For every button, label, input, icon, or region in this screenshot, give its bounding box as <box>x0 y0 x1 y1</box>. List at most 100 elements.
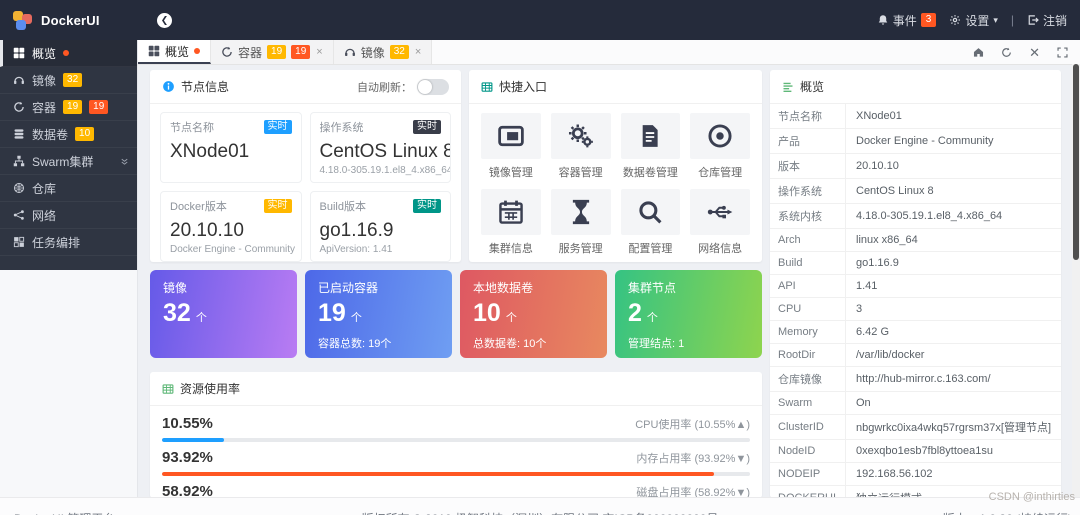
footer-version: 版本: v1.0.36 (持续运行) <box>943 510 1072 515</box>
overview-row-label: CPU <box>770 298 846 320</box>
overview-row-label: 节点名称 <box>770 104 846 128</box>
tab-bar: 概览 容器 19 19 × 镜像 32 × ✕ <box>138 40 1080 65</box>
resource-label: 磁盘占用率 (58.92%▼) <box>636 487 750 498</box>
auto-refresh-toggle[interactable] <box>417 78 449 95</box>
node-card-label: 操作系统 <box>319 122 364 134</box>
tab-镜像[interactable]: 镜像 32 × <box>333 40 433 64</box>
resource-row-header: 58.92% 磁盘占用率 (58.92%▼) <box>162 483 750 498</box>
globe-icon <box>13 182 25 194</box>
stat-card-unit: 个 <box>195 312 207 324</box>
sidebar-item-label: 容器 <box>32 100 57 115</box>
overview-table: 节点名称 XNode01 产品 Docker Engine - Community 版本… <box>770 104 1061 498</box>
sidebar-item-概览[interactable]: 概览 <box>0 40 137 67</box>
overview-row-label: ClusterID <box>770 415 846 439</box>
node-card-操作系统: 操作系统 实时 CentOS Linux 8 4.18.0-305.19.1.el8_… <box>309 112 451 183</box>
stat-card-unit: 个 <box>350 312 362 324</box>
right-column: 概览 节点名称 XNode01 产品 Docker Engine - Communit… <box>770 70 1061 498</box>
node-card-节点名称: 节点名称 实时 XNode01 <box>160 112 302 183</box>
grid-icon <box>148 45 160 57</box>
overview-row-操作系统: 操作系统 CentOS Linux 8 <box>770 179 1061 204</box>
vertical-scrollbar <box>1072 64 1080 498</box>
node-card-subvalue: ApiVersion: 1.41 <box>319 244 393 255</box>
overview-row-label: Memory <box>770 321 846 343</box>
overview-row-Build: Build go1.16.9 <box>770 252 1061 275</box>
quick-entry-数据卷管理[interactable]: 数据卷管理 <box>620 113 681 180</box>
chevron-down-icon <box>119 156 130 167</box>
quick-entry-服务管理[interactable]: 服务管理 <box>550 189 611 256</box>
stat-card-集群节点: 集群节点 2 个管理结点: 1 <box>615 270 762 358</box>
node-card-label: 节点名称 <box>170 122 214 134</box>
sidebar-collapse-button[interactable]: ❮ <box>157 12 172 28</box>
close-tab-icon[interactable]: ✕ <box>1029 46 1040 59</box>
node-info-panel: 节点信息 自动刷新： 节点名称 实时 XNode01 操作系统 实时 CentOS Lin… <box>150 70 461 262</box>
sidebar-item-数据卷[interactable]: 数据卷 10 <box>0 121 137 148</box>
overview-row-Swarm: Swarm On <box>770 392 1061 415</box>
realtime-badge: 实时 <box>413 199 441 213</box>
sidebar-item-label: 数据卷 <box>32 127 69 142</box>
sidebar-item-容器[interactable]: 容器 19 19 <box>0 94 137 121</box>
overview-row-系统内核: 系统内核 4.18.0-305.19.1.el8_4.x86_64 <box>770 204 1061 229</box>
resource-row: 58.92% 磁盘占用率 (58.92%▼) <box>162 476 750 498</box>
count-badge: 32 <box>63 73 83 87</box>
overview-row-CPU: CPU 3 <box>770 298 1061 321</box>
quick-entry-icon-box <box>620 189 681 235</box>
settings-menu-button[interactable]: 设置 ▾ <box>949 12 998 29</box>
resource-label: 内存占用率 (93.92%▼) <box>636 453 750 465</box>
resource-row-header: 10.55% CPU使用率 (10.55%▲) <box>162 415 750 432</box>
quick-entry-网络信息[interactable]: 网络信息 <box>690 189 750 256</box>
chevron-down-icon: ▾ <box>993 14 998 25</box>
node-info-title: 节点信息 <box>181 80 230 94</box>
quick-entry-仓库管理[interactable]: 仓库管理 <box>690 113 750 180</box>
tab-容器[interactable]: 容器 19 19 × <box>211 40 334 64</box>
overview-row-NODEIP: NODEIP 192.168.56.102 <box>770 463 1061 486</box>
stat-card-value: 2 <box>628 299 642 327</box>
overview-row-value: http://hub-mirror.c.163.com/ <box>856 373 991 385</box>
stat-card-title: 集群节点 <box>628 281 677 295</box>
overview-row-版本: 版本 20.10.10 <box>770 154 1061 179</box>
open-tabs: 概览 容器 19 19 × 镜像 32 × <box>138 40 433 64</box>
sidebar-item-label: 仓库 <box>32 181 57 196</box>
overview-title: 概览 <box>800 80 825 94</box>
header-divider: | <box>1010 13 1014 27</box>
csdn-watermark: CSDN @inthirties <box>988 491 1075 503</box>
sidebar-item-仓库[interactable]: 仓库 <box>0 175 137 202</box>
logout-button[interactable]: 注销 <box>1027 12 1067 29</box>
refresh-icon <box>13 101 25 113</box>
count-badge: 10 <box>75 127 95 141</box>
close-tab-icon[interactable]: × <box>415 46 421 58</box>
logout-label: 注销 <box>1042 13 1067 28</box>
quick-entry-容器管理[interactable]: 容器管理 <box>550 113 611 180</box>
sidebar-item-网络[interactable]: 网络 <box>0 202 137 229</box>
stat-card-title: 本地数据卷 <box>473 281 534 295</box>
stat-card-value: 10 <box>473 299 501 327</box>
overview-panel: 概览 节点名称 XNode01 产品 Docker Engine - Communit… <box>770 70 1061 498</box>
overview-row-RootDir: RootDir/var/lib/docker <box>770 344 1061 367</box>
events-button[interactable]: 事件 3 <box>877 12 937 29</box>
page-footer: DockerUI 管理平台 版权所有 © 2010 极智科技（深圳）有限公司 京… <box>0 497 1080 515</box>
sidebar-item-镜像[interactable]: 镜像 32 <box>0 67 137 94</box>
sidebar-menu: 概览 镜像 32 容器 19 19 数据卷 10 Swarm集群仓库网络任务编排 <box>0 40 137 270</box>
quick-entry-配置管理[interactable]: 配置管理 <box>620 189 681 256</box>
sidebar-item-任务编排[interactable]: 任务编排 <box>0 229 137 256</box>
quick-entry-镜像管理[interactable]: 镜像管理 <box>481 113 541 180</box>
home-icon <box>973 47 984 58</box>
tab-概览[interactable]: 概览 <box>138 40 212 64</box>
sidebar-item-label: 任务编排 <box>32 235 81 250</box>
table-icon <box>481 81 493 93</box>
overview-row-label: 版本 <box>770 154 846 178</box>
close-tab-icon[interactable]: × <box>316 46 322 58</box>
realtime-badge: 实时 <box>263 199 292 213</box>
scrollbar-thumb[interactable] <box>1073 64 1079 260</box>
quick-entry-icon-box <box>620 113 681 159</box>
overview-row-ClusterID: ClusterID nbgwrkc0ixa4wkq57rgrsm37x[管理节点] <box>770 415 1061 440</box>
node-card-value: go1.16.9 <box>319 220 394 241</box>
quick-entry-集群信息[interactable]: 集群信息 <box>481 189 541 256</box>
quick-entry-label: 容器管理 <box>558 167 603 179</box>
quick-entry-label: 镜像管理 <box>488 167 533 179</box>
overview-row-value: CentOS Linux 8 <box>856 185 934 197</box>
overview-row-label: 操作系统 <box>770 179 846 203</box>
stat-card-title: 镜像 <box>163 281 188 295</box>
overview-row-label: NODEIP <box>770 463 846 485</box>
sidebar-item-Swarm集群[interactable]: Swarm集群 <box>0 148 137 175</box>
stat-card-value: 32 <box>163 299 191 327</box>
